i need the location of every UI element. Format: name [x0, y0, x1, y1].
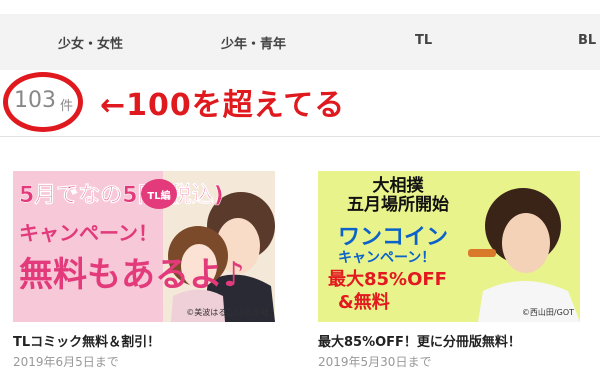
- banner-line-2: キャンペーン！: [19, 221, 158, 245]
- tab-bl[interactable]: BL: [578, 33, 596, 48]
- banner-line-5: &無料: [338, 292, 390, 313]
- card-title[interactable]: 最大85%OFF！更に分冊版無料！: [318, 331, 521, 350]
- card-date: 2019年6月5日まで: [13, 355, 119, 369]
- highlight-circle: [3, 72, 83, 132]
- banner-line-1: 5月でなの5円(税込): [19, 183, 224, 209]
- category-tabs: 少女・女性 少年・青年 TL BL: [0, 14, 600, 70]
- banner-credit: ©美波はるこ/ぶんか社: [186, 308, 269, 317]
- tl-badge: TL編: [141, 179, 177, 209]
- card-date: 2019年5月30日まで: [318, 355, 432, 369]
- banner-line-3: 無料もあるよ♪: [19, 255, 245, 295]
- card-title[interactable]: TLコミック無料＆割引！: [13, 331, 160, 350]
- banner-credit: ©西山田/GOT: [521, 308, 574, 317]
- campaign-banner[interactable]: 大相撲 五月場所開始 ワンコイン キャンペーン！ 最大85%OFF &無料 ©西…: [318, 171, 580, 322]
- annotation-text: ←100を超えてる: [100, 88, 346, 123]
- banner-line-3: キャンペーン！: [338, 250, 436, 266]
- result-count-row: 103 件 ←100を超えてる: [0, 70, 600, 134]
- campaign-card[interactable]: 大相撲 五月場所開始 ワンコイン キャンペーン！ 最大85%OFF &無料 ©西…: [318, 171, 580, 369]
- campaign-card[interactable]: 5月でなの5円(税込) TL編 キャンペーン！ 無料もあるよ♪ ©美波はるこ/ぶ…: [13, 171, 275, 369]
- divider: [0, 136, 600, 137]
- tab-shounen-seinen[interactable]: 少年・青年: [221, 33, 286, 52]
- tab-tl[interactable]: TL: [415, 33, 432, 48]
- tab-shoujo-josei[interactable]: 少女・女性: [58, 33, 123, 52]
- banner-line-1: 大相撲 五月場所開始: [347, 176, 449, 215]
- campaign-banner[interactable]: 5月でなの5円(税込) TL編 キャンペーン！ 無料もあるよ♪ ©美波はるこ/ぶ…: [13, 171, 275, 322]
